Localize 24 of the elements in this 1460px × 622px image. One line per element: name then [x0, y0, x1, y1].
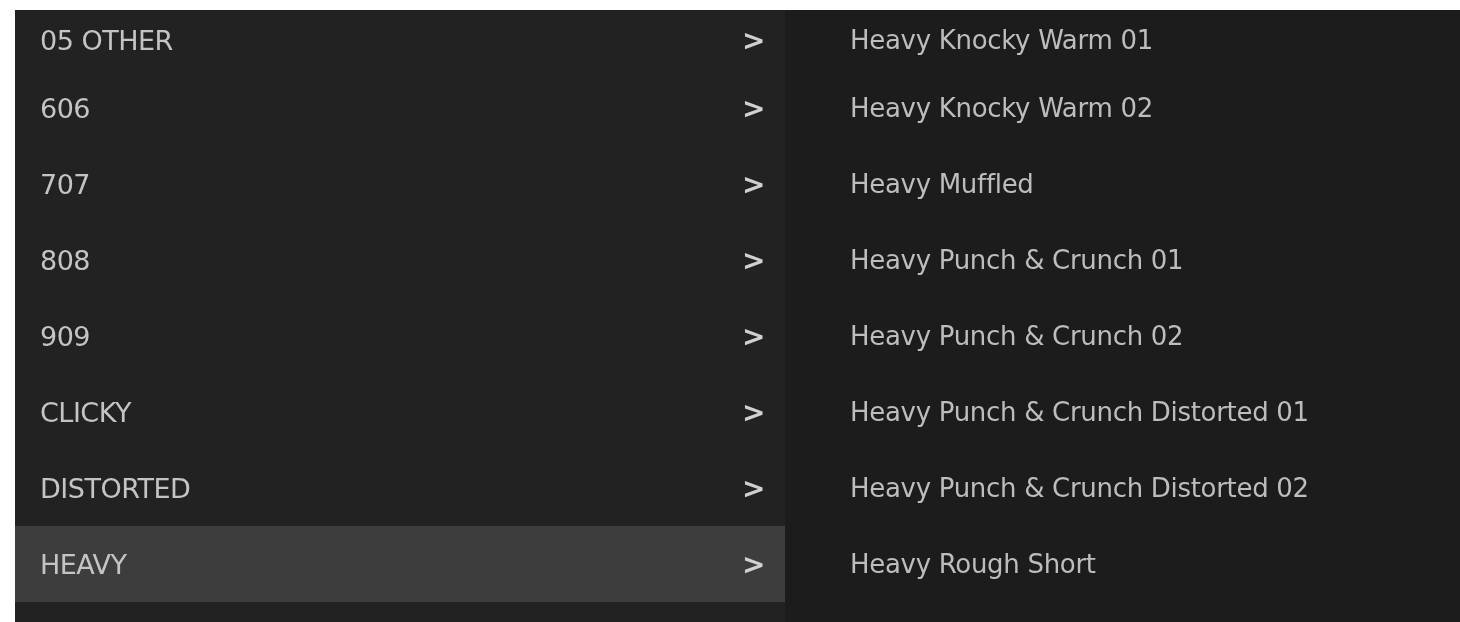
preset-item[interactable]: Heavy Punch & Crunch 02	[785, 298, 1460, 374]
preset-item[interactable]: Heavy Muffled	[785, 146, 1460, 222]
category-item[interactable]: 05 OTHER >	[15, 10, 785, 70]
chevron-icon: >	[742, 547, 765, 581]
preset-item[interactable]: Heavy Knocky Warm 01	[785, 10, 1460, 70]
chevron-icon: >	[742, 23, 765, 57]
preset-item[interactable]: Heavy Punch & Crunch Distorted 02	[785, 450, 1460, 526]
preset-item[interactable]: Heavy Knocky Warm 02	[785, 70, 1460, 146]
preset-item[interactable]: Heavy Rough Short	[785, 526, 1460, 602]
preset-item[interactable]: Heavy Punch & Crunch Distorted 01	[785, 374, 1460, 450]
chevron-icon: >	[742, 243, 765, 277]
category-item[interactable]: 707 >	[15, 146, 785, 222]
chevron-icon: >	[742, 91, 765, 125]
category-item[interactable]: CLICKY >	[15, 374, 785, 450]
category-item[interactable]: DISTORTED >	[15, 450, 785, 526]
preset-item[interactable]: Heavy Punch & Crunch 01	[785, 222, 1460, 298]
chevron-icon: >	[742, 471, 765, 505]
category-item[interactable]: 808 >	[15, 222, 785, 298]
category-item[interactable]: 606 >	[15, 70, 785, 146]
chevron-icon: >	[742, 167, 765, 201]
category-item[interactable]: 909 >	[15, 298, 785, 374]
category-item[interactable]: HEAVY >	[15, 526, 785, 602]
chevron-icon: >	[742, 319, 765, 353]
chevron-icon: >	[742, 395, 765, 429]
